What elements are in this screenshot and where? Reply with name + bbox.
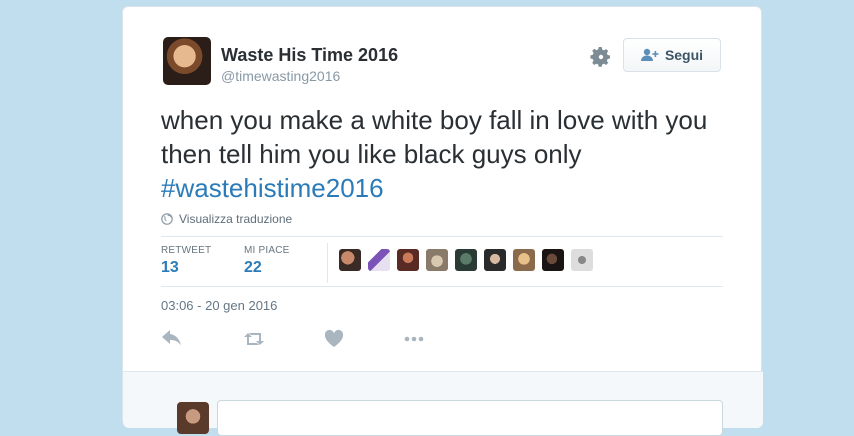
liker-avatar[interactable] — [397, 249, 419, 271]
more-icon[interactable] — [403, 329, 425, 349]
follow-button[interactable]: Segui — [623, 38, 721, 72]
user-handle[interactable]: @timewasting2016 — [221, 68, 340, 84]
translate-link[interactable]: Visualizza traduzione — [161, 212, 292, 226]
divider — [161, 286, 723, 287]
globe-icon — [161, 213, 173, 225]
likes-label: MI PIACE — [244, 245, 290, 256]
translate-label: Visualizza traduzione — [179, 212, 293, 226]
liker-avatar[interactable] — [339, 249, 361, 271]
stats-divider — [327, 243, 328, 283]
reply-icon[interactable] — [161, 329, 183, 349]
person-plus-icon — [640, 48, 659, 61]
retweet-count[interactable]: 13 — [161, 259, 179, 277]
user-avatar[interactable] — [163, 37, 211, 85]
reply-input[interactable] — [217, 400, 723, 436]
liker-avatar[interactable] — [455, 249, 477, 271]
reply-area — [123, 371, 763, 436]
liker-avatars — [339, 249, 593, 271]
follow-button-label: Segui — [664, 47, 704, 63]
liker-avatar[interactable] — [542, 249, 564, 271]
tweet-text: when you make a white boy fall in love w… — [161, 103, 721, 205]
divider — [161, 236, 723, 237]
heart-icon[interactable] — [323, 329, 345, 349]
liker-avatar[interactable] — [368, 249, 390, 271]
liker-avatar[interactable] — [513, 249, 535, 271]
liker-avatar[interactable] — [571, 249, 593, 271]
tweet-timestamp[interactable]: 03:06 - 20 gen 2016 — [161, 298, 277, 313]
gear-icon[interactable] — [589, 45, 613, 69]
current-user-avatar — [177, 402, 209, 434]
liker-avatar[interactable] — [426, 249, 448, 271]
retweet-icon[interactable] — [243, 329, 265, 349]
tweet-card: Waste His Time 2016 @timewasting2016 Seg… — [122, 6, 763, 436]
retweet-label: RETWEET — [161, 245, 212, 256]
liker-avatar[interactable] — [484, 249, 506, 271]
hashtag-link[interactable]: #wastehistime2016 — [161, 171, 721, 205]
user-name[interactable]: Waste His Time 2016 — [221, 45, 398, 66]
tweet-body: when you make a white boy fall in love w… — [161, 105, 708, 169]
likes-count[interactable]: 22 — [244, 259, 262, 277]
